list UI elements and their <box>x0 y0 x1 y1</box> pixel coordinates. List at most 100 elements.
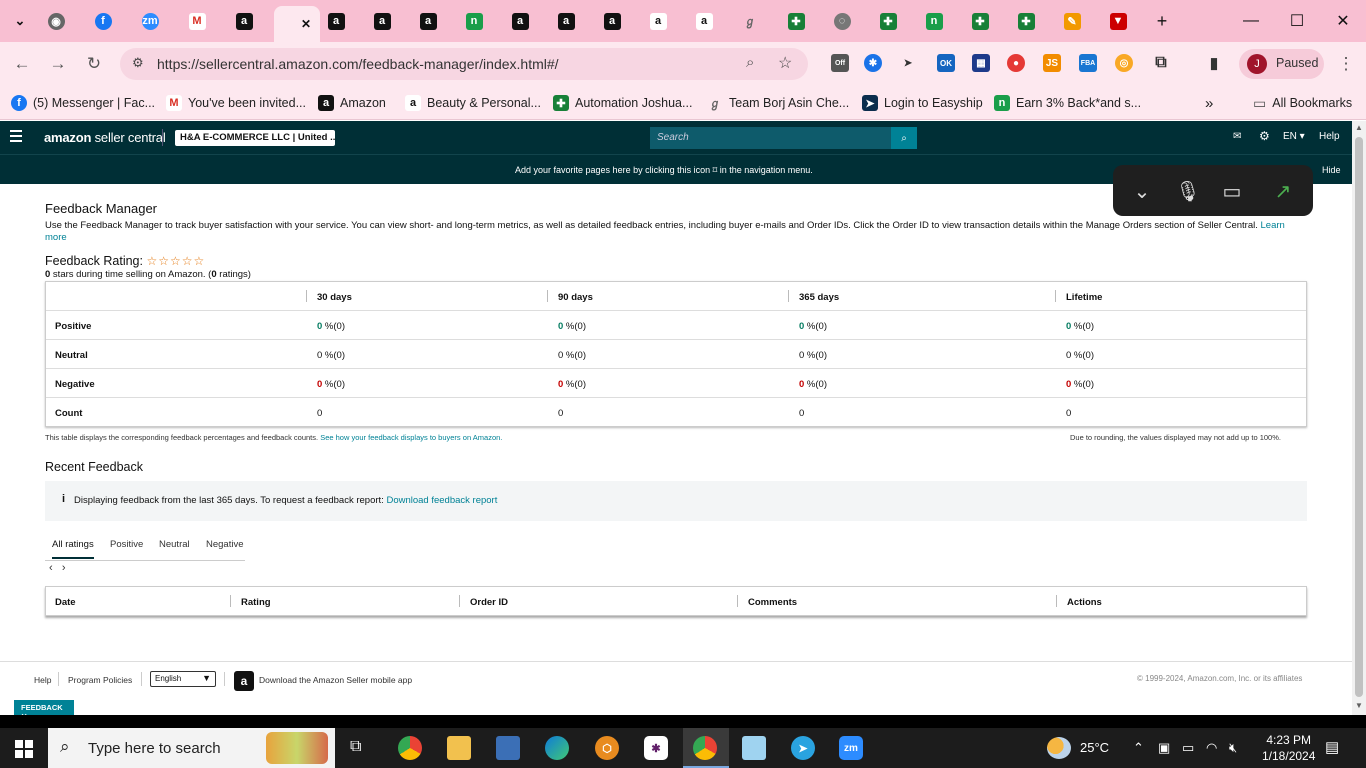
chevron-up-icon[interactable]: ⌃ <box>1133 740 1144 756</box>
file-explorer-icon[interactable] <box>447 736 471 760</box>
url-text[interactable]: https://sellercentral.amazon.com/feedbac… <box>157 56 559 72</box>
bookmark-team-borj[interactable]: ℊ Team Borj Asin Che... <box>707 94 850 112</box>
task-view-icon[interactable]: ⧉ <box>350 738 361 756</box>
ext-off-icon[interactable]: Off <box>831 54 849 72</box>
vpn-app-icon[interactable]: ⬡ <box>595 736 619 760</box>
weather-icon[interactable] <box>1047 737 1071 759</box>
hide-button[interactable]: Hide <box>1322 165 1341 175</box>
col-date[interactable]: Date <box>55 597 76 608</box>
prev-page-icon[interactable]: ‹ <box>49 562 53 574</box>
camera-off-icon[interactable]: ▭ <box>1219 178 1245 204</box>
tab-sheets-3[interactable]: ✚ <box>965 8 995 34</box>
notes-app-icon[interactable] <box>742 736 766 760</box>
weather-temp[interactable]: 25°C <box>1080 740 1109 755</box>
tab-amazon-5[interactable]: a <box>505 8 535 34</box>
edge-icon[interactable] <box>545 736 569 760</box>
tab-amazon-7[interactable]: a <box>597 8 627 34</box>
notifications-icon[interactable]: ▤ <box>1325 738 1339 756</box>
zoom-icon[interactable]: zm <box>839 736 863 760</box>
telegram-icon[interactable]: ➤ <box>791 736 815 760</box>
bookmark-gmail[interactable]: M You've been invited... <box>166 94 306 112</box>
bookmarks-overflow-button[interactable]: » <box>1205 94 1213 112</box>
ext-network-icon[interactable]: ✱ <box>864 54 882 72</box>
tab-brand-2[interactable]: n <box>919 8 949 34</box>
wifi-icon[interactable]: ◠ <box>1206 740 1217 756</box>
system-clock[interactable]: 4:23 PM 1/18/2024 <box>1262 732 1315 764</box>
tab-sheets-2[interactable]: ✚ <box>873 8 903 34</box>
ext-orange-icon[interactable]: ◎ <box>1115 54 1133 72</box>
tab-amazon-4[interactable]: a <box>413 8 443 34</box>
reload-button[interactable]: ↻ <box>82 52 106 76</box>
col-rating[interactable]: Rating <box>241 597 271 608</box>
close-icon[interactable]: ✕ <box>301 17 311 31</box>
download-report-link[interactable]: Download feedback report <box>386 495 497 506</box>
side-panel-icon[interactable]: ▮ <box>1205 54 1223 72</box>
tab-facebook[interactable]: f <box>88 8 118 34</box>
next-page-icon[interactable]: › <box>62 562 66 574</box>
tab-search-button[interactable]: ⌄ <box>5 8 35 34</box>
tab-negative[interactable]: Negative <box>206 539 244 550</box>
bookmark-messenger[interactable]: f (5) Messenger | Fac... <box>11 94 155 112</box>
tab-amazon-6[interactable]: a <box>551 8 581 34</box>
menu-button[interactable]: ⋮ <box>1334 52 1358 76</box>
all-bookmarks-button[interactable]: ▭ All Bookmarks <box>1253 94 1352 112</box>
taskbar-search-input[interactable]: ⌕ Type here to search <box>48 728 335 768</box>
program-policies-link[interactable]: Program Policies <box>68 675 132 685</box>
scroll-down-icon[interactable]: ▼ <box>1355 701 1363 710</box>
ext-pokeball-icon[interactable]: ● <box>1007 54 1025 72</box>
close-window-button[interactable]: ✕ <box>1320 0 1366 42</box>
search-button[interactable]: ⌕ <box>891 127 917 149</box>
seller-search-input[interactable]: Search <box>650 127 892 149</box>
minimize-button[interactable]: — <box>1228 0 1274 42</box>
tab-pen[interactable]: ✎ <box>1057 8 1087 34</box>
chevron-down-icon[interactable]: ⌄ <box>1129 178 1155 204</box>
buyer-display-link[interactable]: See how your feedback displays to buyers… <box>320 433 502 442</box>
tab-amazon-8[interactable]: a <box>643 8 673 34</box>
page-scrollbar[interactable]: ▲ ▼ <box>1352 121 1366 715</box>
tab-zoom[interactable]: zm <box>135 8 165 34</box>
slack-icon[interactable]: ✱ <box>644 736 668 760</box>
col-comments[interactable]: Comments <box>748 597 797 608</box>
scroll-thumb[interactable] <box>1355 137 1363 697</box>
bookmark-automation[interactable]: ✚ Automation Joshua... <box>553 94 692 112</box>
tab-amazon-1[interactable]: a <box>229 8 259 34</box>
bookmark-amazon[interactable]: a Amazon <box>318 94 386 112</box>
tab-vpn[interactable]: ▼ <box>1103 8 1133 34</box>
footer-help-link[interactable]: Help <box>34 675 51 685</box>
back-button[interactable]: ← <box>10 52 34 76</box>
mail-icon[interactable]: ✉ <box>1233 131 1241 142</box>
tab-sheets-1[interactable]: ✚ <box>781 8 811 34</box>
tab-neutral[interactable]: Neutral <box>159 539 190 550</box>
mic-muted-icon[interactable]: 🎙︎ <box>1175 178 1201 204</box>
tab-sheets-4[interactable]: ✚ <box>1011 8 1041 34</box>
ext-grid-icon[interactable]: ▦ <box>972 54 990 72</box>
forward-button[interactable]: → <box>46 52 70 76</box>
zoom-icon[interactable]: ⌕ <box>746 54 754 71</box>
profile-button[interactable]: J Paused <box>1239 49 1324 79</box>
maximize-button[interactable]: ☐ <box>1274 0 1320 42</box>
site-info-icon[interactable]: ⚙ <box>132 55 144 71</box>
tab-active-feedback[interactable]: ✕ <box>274 6 320 42</box>
new-tab-button[interactable]: + <box>1147 8 1177 34</box>
address-bar[interactable]: ⚙ https://sellercentral.amazon.com/feedb… <box>120 48 808 80</box>
battery-icon[interactable]: ▭ <box>1182 740 1194 756</box>
chrome-profile-icon[interactable] <box>693 736 717 760</box>
tab-web[interactable]: ◌ <box>827 8 857 34</box>
meet-now-icon[interactable]: ▣ <box>1158 740 1170 756</box>
tab-amazon-2[interactable]: a <box>321 8 351 34</box>
gear-icon[interactable]: ⚙ <box>1259 129 1270 143</box>
windows-start-icon[interactable] <box>15 740 33 758</box>
footer-language-select[interactable]: English ▼ <box>150 671 216 687</box>
help-link[interactable]: Help <box>1319 131 1340 142</box>
tab-amazon-9[interactable]: a <box>689 8 719 34</box>
bookmark-easyship[interactable]: ➤ Login to Easyship <box>862 94 983 112</box>
network-app-icon[interactable] <box>496 736 520 760</box>
star-icon[interactable]: ☆ <box>778 53 792 73</box>
seller-central-logo[interactable]: amazon seller central <box>44 130 166 145</box>
chrome-icon[interactable] <box>398 736 422 760</box>
tab-all-ratings[interactable]: All ratings <box>52 539 94 559</box>
ext-ok-icon[interactable]: OK <box>937 54 955 72</box>
share-screen-icon[interactable]: ↗ <box>1270 178 1296 204</box>
ext-js-icon[interactable]: JS <box>1043 54 1061 72</box>
language-selector[interactable]: EN ▾ <box>1283 131 1305 142</box>
